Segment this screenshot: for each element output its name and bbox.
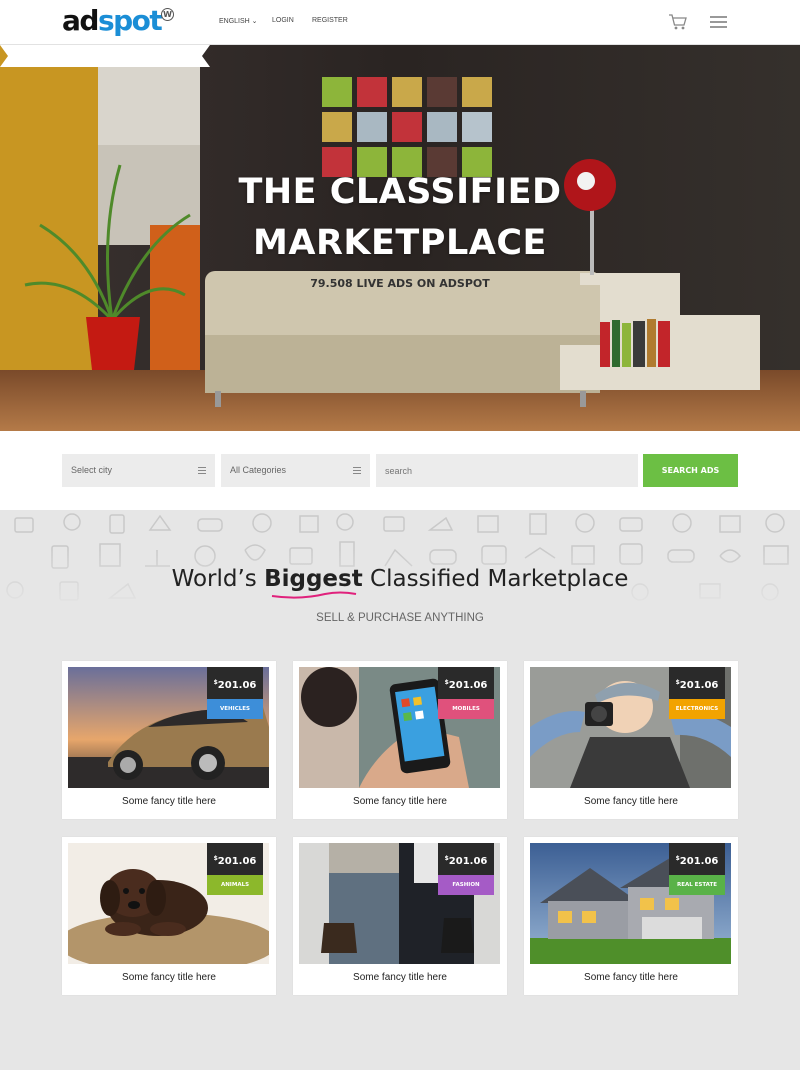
search-input[interactable] <box>376 454 638 487</box>
ad-card[interactable]: $201.06 REAL ESTATE Some fancy title her… <box>524 837 738 995</box>
site-logo[interactable]: adspot W <box>62 6 174 36</box>
login-link[interactable]: LOGIN <box>272 17 294 24</box>
top-header: adspot W ENGLISH ⌄ LOGIN REGISTER <box>0 0 800 45</box>
price-tag: $201.06 <box>207 667 263 699</box>
price-tag: $201.06 <box>669 843 725 875</box>
section-subtitle: SELL & PURCHASE ANYTHING <box>316 612 484 624</box>
category-badge[interactable]: REAL ESTATE <box>669 875 725 895</box>
city-select[interactable]: Select city <box>62 454 215 487</box>
hero-title-line1: THE CLASSIFIED <box>238 172 562 212</box>
search-bar: Select city All Categories SEARCH ADS <box>0 431 800 510</box>
ad-card[interactable]: $201.06 ANIMALS Some fancy title here <box>62 837 276 995</box>
ribbon-banner <box>0 45 210 67</box>
cart-icon[interactable] <box>668 13 688 31</box>
live-ads-count: 79.508 LIVE ADS ON ADSPOT <box>310 277 490 290</box>
category-select[interactable]: All Categories <box>221 454 370 487</box>
category-badge[interactable]: MOBILES <box>438 699 494 719</box>
hero-banner: THE CLASSIFIED MARKETPLACE 79.508 LIVE A… <box>0 45 800 431</box>
language-dropdown[interactable]: ENGLISH ⌄ <box>219 17 258 25</box>
section-title: World’s Biggest Classified Marketplace <box>171 566 629 592</box>
ad-title[interactable]: Some fancy title here <box>524 972 738 983</box>
background-icon-pattern <box>0 510 800 610</box>
wordpress-icon: W <box>161 8 174 21</box>
ad-card[interactable]: $201.06 MOBILES Some fancy title here <box>293 661 507 819</box>
price-tag: $201.06 <box>438 667 494 699</box>
category-select-value: All Categories <box>230 465 287 475</box>
price-tag: $201.06 <box>438 843 494 875</box>
title-underline-decoration <box>271 591 357 599</box>
section-title-highlight: Biggest <box>264 566 363 592</box>
ad-title[interactable]: Some fancy title here <box>62 796 276 807</box>
register-link[interactable]: REGISTER <box>312 17 348 24</box>
ad-card[interactable]: $201.06 VEHICLES Some fancy title here <box>62 661 276 819</box>
category-badge[interactable]: ANIMALS <box>207 875 263 895</box>
list-icon <box>198 467 206 476</box>
ad-title[interactable]: Some fancy title here <box>524 796 738 807</box>
search-ads-button[interactable]: SEARCH ADS <box>643 454 738 487</box>
hero-title-line2: MARKETPLACE <box>253 223 547 263</box>
ad-title[interactable]: Some fancy title here <box>293 972 507 983</box>
ad-card[interactable]: $201.06 FASHION Some fancy title here <box>293 837 507 995</box>
city-select-value: Select city <box>71 465 113 475</box>
menu-icon[interactable] <box>710 14 727 30</box>
ad-title[interactable]: Some fancy title here <box>62 972 276 983</box>
price-tag: $201.06 <box>207 843 263 875</box>
ad-title[interactable]: Some fancy title here <box>293 796 507 807</box>
category-badge[interactable]: ELECTRONICS <box>669 699 725 719</box>
list-icon <box>353 467 361 476</box>
category-badge[interactable]: FASHION <box>438 875 494 895</box>
category-badge[interactable]: VEHICLES <box>207 699 263 719</box>
ad-card[interactable]: $201.06 ELECTRONICS Some fancy title her… <box>524 661 738 819</box>
price-tag: $201.06 <box>669 667 725 699</box>
